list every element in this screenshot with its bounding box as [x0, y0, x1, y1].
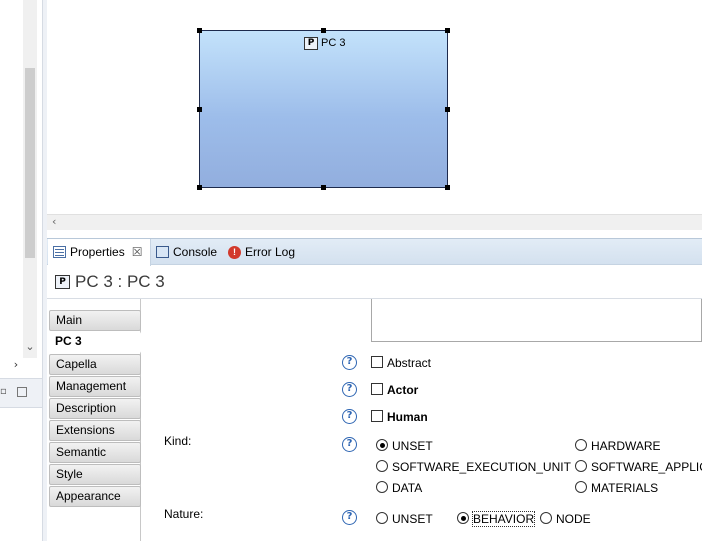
nature-label: Nature: [164, 507, 204, 521]
kind-materials-radio[interactable] [575, 481, 587, 493]
help-icon[interactable]: ? [342, 355, 357, 370]
abstract-label: Abstract [387, 356, 432, 370]
left-scrollbar-thumb[interactable] [25, 68, 35, 258]
tab-console-label: Console [173, 245, 218, 259]
category-tab-main[interactable]: Main [49, 310, 141, 331]
human-checkbox[interactable] [371, 410, 383, 422]
actor-checkbox[interactable] [371, 383, 383, 395]
expand-arrow-icon[interactable]: › [10, 358, 22, 372]
nature-behavior-radio[interactable] [457, 512, 469, 524]
kind-label: Kind: [164, 434, 192, 448]
resize-handle-ne[interactable] [445, 28, 450, 33]
node-title: P PC 3 [304, 36, 345, 50]
nature-behavior-label[interactable]: BEHAVIOR [471, 511, 536, 527]
nature-node-radio[interactable] [540, 512, 552, 524]
properties-icon [53, 246, 66, 258]
help-icon[interactable]: ? [342, 382, 357, 397]
physical-component-icon: P [304, 36, 318, 50]
nature-unset-radio[interactable] [376, 512, 388, 524]
resize-handle-n[interactable] [321, 28, 326, 33]
node-label: PC 3 [321, 37, 346, 49]
kind-software-execution-unit-radio[interactable] [376, 460, 388, 472]
category-tab-pc3[interactable]: PC 3 [49, 332, 141, 353]
help-icon[interactable]: ? [342, 510, 357, 525]
tab-properties-content[interactable]: Properties ☒ [53, 244, 142, 260]
properties-title: PC 3 : PC 3 [75, 272, 165, 291]
minimized-view-icon[interactable]: ▫ [0, 386, 7, 398]
tab-error-log-label: Error Log [245, 245, 296, 259]
properties-header: P PC 3 : PC 3 [55, 272, 165, 292]
category-tab-extensions[interactable]: Extensions [49, 420, 141, 441]
scroll-down-chevron-icon[interactable]: ⌄ [24, 340, 36, 354]
resize-handle-sw[interactable] [197, 185, 202, 190]
physical-component-icon: P [55, 275, 70, 289]
kind-software-execution-unit-label[interactable]: SOFTWARE_EXECUTION_UNIT [392, 460, 571, 474]
close-tab-icon[interactable]: ☒ [132, 245, 143, 259]
resize-handle-nw[interactable] [197, 28, 202, 33]
kind-hardware-radio[interactable] [575, 439, 587, 451]
canvas-horizontal-scrollbar[interactable] [47, 214, 702, 230]
category-tab-management[interactable]: Management [49, 376, 141, 397]
nature-unset-label[interactable]: UNSET [392, 512, 433, 526]
category-tab-appearance[interactable]: Appearance [49, 486, 141, 507]
physical-component-node[interactable] [197, 28, 450, 190]
category-tab-semantic[interactable]: Semantic [49, 442, 141, 463]
scroll-left-icon[interactable]: ‹ [52, 215, 64, 229]
restore-view-icon[interactable] [17, 387, 27, 397]
help-icon[interactable]: ? [342, 437, 357, 452]
kind-data-radio[interactable] [376, 481, 388, 493]
help-icon[interactable]: ? [342, 409, 357, 424]
abstract-checkbox[interactable] [371, 356, 383, 368]
kind-software-application-radio[interactable] [575, 460, 587, 472]
tab-error-log[interactable]: ! Error Log [228, 244, 295, 260]
kind-materials-label[interactable]: MATERIALS [591, 481, 658, 495]
tab-properties-label: Properties [70, 245, 125, 259]
tab-console[interactable]: Console [156, 244, 217, 260]
category-tab-capella[interactable]: Capella [49, 354, 141, 375]
kind-software-application-label[interactable]: SOFTWARE_APPLICA [591, 460, 702, 474]
resize-handle-w[interactable] [197, 107, 202, 112]
resize-handle-e[interactable] [445, 107, 450, 112]
kind-unset-radio[interactable] [376, 439, 388, 451]
category-tab-description[interactable]: Description [49, 398, 141, 419]
category-tab-style[interactable]: Style [49, 464, 141, 485]
human-label: Human [387, 410, 428, 424]
kind-hardware-label[interactable]: HARDWARE [591, 439, 661, 453]
nature-node-label[interactable]: NODE [556, 512, 591, 526]
kind-data-label[interactable]: DATA [392, 481, 422, 495]
resize-handle-se[interactable] [445, 185, 450, 190]
error-log-icon: ! [228, 245, 241, 259]
console-icon [156, 246, 169, 258]
actor-label: Actor [387, 383, 419, 397]
kind-unset-label[interactable]: UNSET [392, 439, 433, 453]
resize-handle-s[interactable] [321, 185, 326, 190]
description-text-area[interactable] [371, 299, 702, 342]
